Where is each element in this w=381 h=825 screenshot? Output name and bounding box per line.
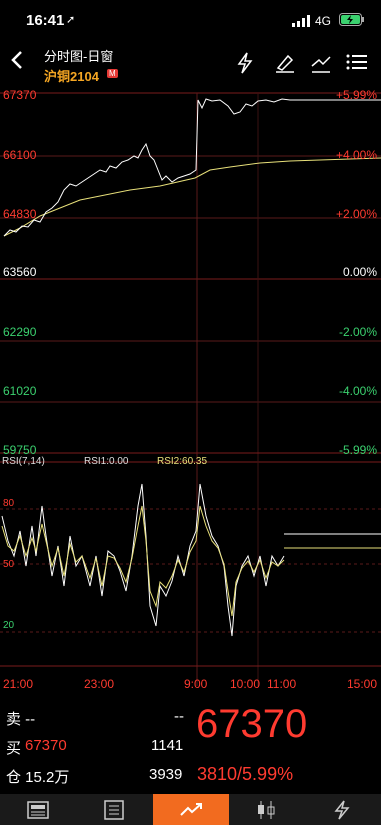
rsi-tick: 50 (3, 559, 15, 570)
price-tick: 62290 (3, 325, 37, 339)
rsi1-value: RSI1:0.00 (84, 456, 129, 467)
buy-label: 买 (6, 740, 22, 757)
status-bar: 16:41 ➚ 4G (0, 0, 381, 40)
sell-label: 卖 -- (6, 711, 36, 728)
time-tick: 10:00 (230, 677, 261, 691)
time-tick: 15:00 (347, 677, 378, 691)
contract-name: 沪铜2104 (44, 69, 99, 84)
buy-volume: 1141 (151, 737, 184, 754)
quote-panel: 卖 -- -- 买 67370 1141 仓 15.2万 3939 67370 … (0, 700, 381, 794)
lightning-icon (334, 800, 350, 819)
price-tick: 63560 (3, 265, 37, 279)
pct-tick: +2.00% (335, 207, 377, 221)
price-tick: 61020 (3, 384, 37, 398)
page-title: 分时图-日窗 (44, 49, 114, 64)
buy-price: 67370 (25, 737, 67, 754)
tab-list[interactable] (84, 794, 144, 825)
rsi-tick: 20 (3, 620, 15, 631)
tab-kline[interactable] (236, 794, 296, 825)
candlestick-icon (258, 800, 275, 819)
flash-icon[interactable] (236, 52, 254, 79)
tab-overview[interactable] (8, 794, 68, 825)
location-icon: ➚ (66, 14, 76, 26)
last-price: 67370 (196, 702, 308, 746)
list-icon (104, 799, 124, 820)
network-type: 4G (315, 14, 332, 28)
time-tick: 11:00 (267, 677, 297, 691)
header: 分时图-日窗 沪铜2104 M (0, 40, 381, 86)
pct-tick: -2.00% (338, 325, 377, 339)
contract-badge: M (107, 69, 118, 78)
tab-flash[interactable] (312, 794, 372, 825)
open-interest: 仓 15.2万 (6, 769, 70, 786)
time-tick: 9:00 (184, 677, 208, 691)
volume: 3939 (149, 766, 183, 783)
price-tick: 64830 (3, 207, 37, 221)
tab-intraday[interactable] (153, 794, 229, 825)
back-button[interactable] (10, 50, 30, 75)
trend-icon[interactable] (310, 52, 332, 79)
pct-tick: +4.00% (335, 148, 377, 162)
tab-bar (0, 794, 381, 825)
price-change: 3810/5.99% (197, 764, 294, 784)
pct-tick: +5.99% (335, 88, 377, 102)
price-tick: 66100 (3, 148, 37, 162)
pct-tick: -4.00% (338, 384, 377, 398)
rsi-title: RSI(7,14) (2, 456, 45, 467)
time-tick: 21:00 (3, 677, 34, 691)
trend-chart-icon (180, 802, 202, 816)
battery-icon (339, 13, 365, 31)
newspaper-icon (27, 800, 49, 819)
time-tick: 23:00 (84, 677, 115, 691)
sell-volume: -- (174, 708, 184, 725)
signal-icon (292, 14, 310, 32)
rsi2-value: RSI2:60.35 (157, 456, 208, 467)
rsi-tick: 80 (3, 498, 15, 509)
draw-icon[interactable] (274, 52, 296, 79)
rsi1-line (1, 483, 285, 637)
status-time: 16:41 (26, 12, 65, 29)
price-tick: 67370 (3, 88, 37, 102)
menu-icon[interactable] (346, 53, 368, 76)
price-tick: 59750 (3, 443, 37, 457)
pct-tick: 0.00% (342, 265, 377, 279)
pct-tick: -5.99% (338, 443, 377, 457)
